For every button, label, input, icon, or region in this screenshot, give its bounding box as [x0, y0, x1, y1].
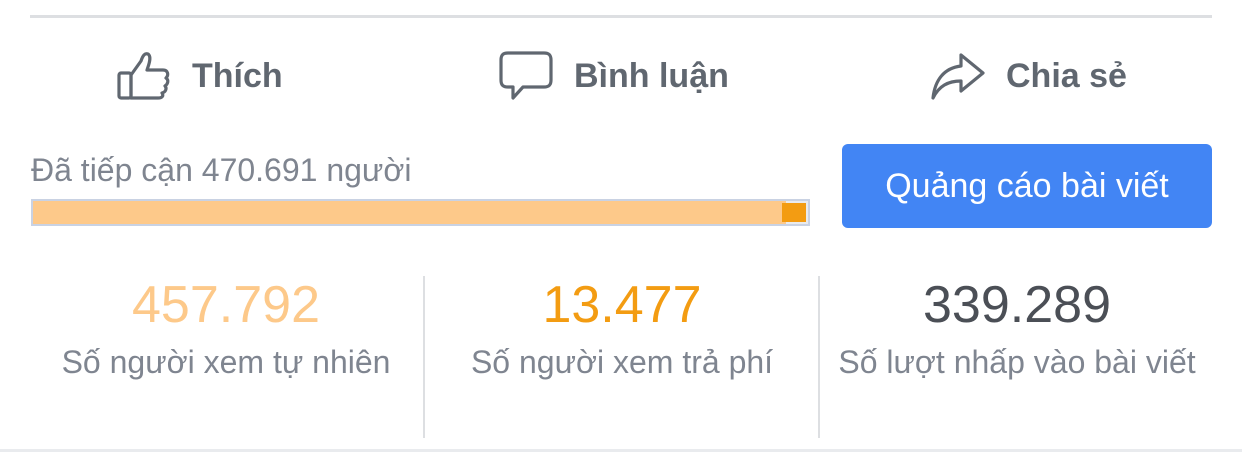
speech-bubble-icon [498, 49, 554, 103]
stat-paid-value: 13.477 [542, 276, 702, 334]
stat-clicks: 339.289 Số lượt nhấp vào bài viết [822, 272, 1212, 437]
comment-label: Bình luận [574, 56, 729, 95]
action-bar: Thích Bình luận Chia sẻ [30, 40, 1212, 112]
stat-organic-caption: Số người xem tự nhiên [61, 344, 391, 380]
stat-organic-value: 457.792 [132, 276, 320, 334]
reach-bar-paid [782, 203, 806, 222]
reach-bar [31, 199, 810, 226]
reach-bar-organic [33, 201, 786, 224]
like-button[interactable]: Thích [116, 40, 283, 112]
like-label: Thích [192, 56, 283, 95]
stat-clicks-caption: Số lượt nhấp vào bài viết [838, 344, 1196, 380]
stat-organic: 457.792 Số người xem tự nhiên [30, 272, 422, 437]
share-arrow-icon [930, 51, 986, 101]
stat-paid: 13.477 Số người xem trả phí [426, 272, 818, 437]
share-label: Chia sẻ [1006, 56, 1127, 95]
boost-post-button[interactable]: Quảng cáo bài viết [842, 144, 1212, 228]
reach-label: Đã tiếp cận 470.691 người [31, 152, 412, 188]
top-divider [30, 15, 1212, 18]
bottom-divider [0, 449, 1242, 452]
stat-clicks-value: 339.289 [923, 276, 1111, 334]
thumbs-up-icon [116, 50, 172, 102]
stat-divider [818, 276, 820, 438]
share-button[interactable]: Chia sẻ [930, 40, 1127, 112]
stat-paid-caption: Số người xem trả phí [470, 344, 774, 380]
stats-row: 457.792 Số người xem tự nhiên 13.477 Số … [30, 272, 1212, 438]
stat-divider [423, 276, 425, 438]
comment-button[interactable]: Bình luận [498, 40, 729, 112]
